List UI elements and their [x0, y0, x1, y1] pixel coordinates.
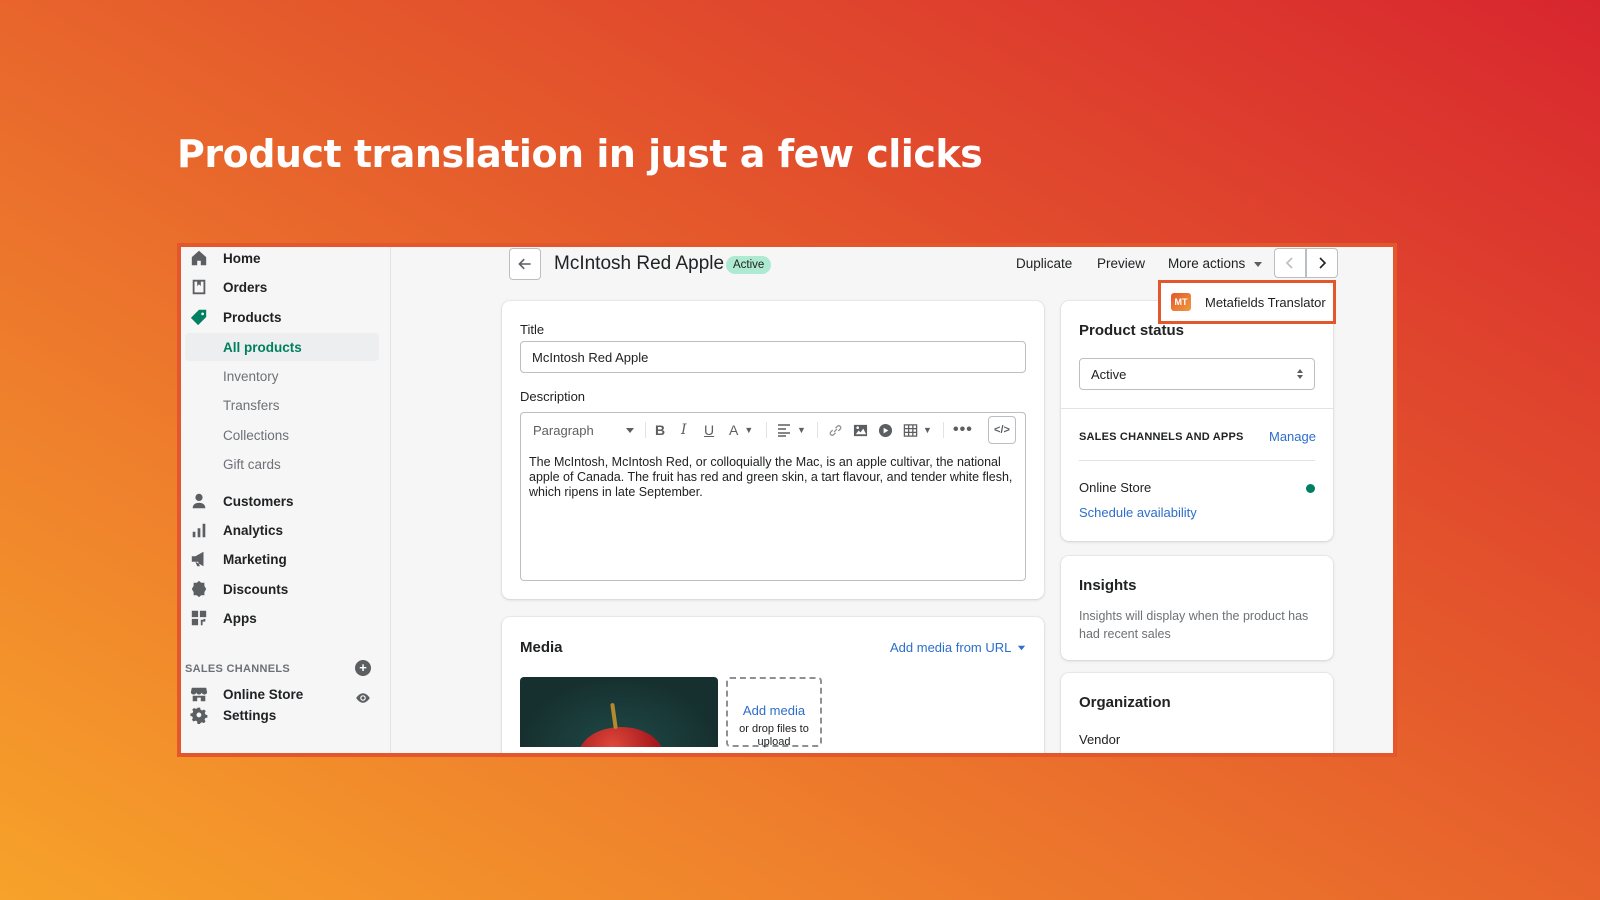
product-status-heading: Product status — [1079, 322, 1185, 339]
organization-card: Organization Vendor — [1061, 673, 1333, 753]
sidebar-item-analytics[interactable]: Analytics — [185, 516, 383, 544]
title-label: Title — [520, 322, 545, 337]
more-actions-button[interactable]: More actions — [1168, 256, 1263, 271]
product-status-card: Product status Active SALES CHANNELS AND… — [1061, 301, 1333, 541]
sidebar-item-all-products[interactable]: All products — [185, 333, 379, 361]
vendor-label: Vendor — [1079, 732, 1121, 747]
video-icon[interactable] — [878, 413, 893, 447]
preview-button[interactable]: Preview — [1097, 256, 1145, 271]
metafields-translator-menu-item[interactable]: MT Metafields Translator — [1158, 280, 1336, 324]
select-arrows-icon — [1297, 369, 1303, 379]
sidebar-item-settings[interactable]: Settings — [185, 701, 383, 729]
sidebar: Home Orders Products All products Invent… — [181, 247, 391, 753]
description-label: Description — [520, 389, 586, 404]
apps-icon — [189, 608, 209, 628]
drop-hint: or drop files to upload — [739, 723, 809, 748]
sidebar-item-transfers[interactable]: Transfers — [185, 391, 379, 419]
sidebar-item-products[interactable]: Products — [185, 303, 383, 331]
italic-icon[interactable]: I — [681, 413, 687, 447]
description-editor[interactable]: The McIntosh, McIntosh Red, or colloquia… — [520, 447, 1026, 581]
megaphone-icon — [189, 549, 209, 569]
gear-icon — [189, 705, 209, 725]
product-image[interactable] — [520, 677, 718, 747]
sidebar-item-apps[interactable]: Apps — [185, 604, 383, 632]
person-icon — [189, 491, 209, 511]
arrow-left-icon — [518, 258, 531, 270]
insights-card: Insights Insights will display when the … — [1061, 556, 1333, 660]
sidebar-item-collections[interactable]: Collections — [185, 421, 379, 449]
page-title: McIntosh Red Apple — [554, 253, 725, 274]
channel-status-dot — [1306, 484, 1315, 493]
admin-window: Home Orders Products All products Invent… — [177, 243, 1397, 757]
sidebar-item-discounts[interactable]: Discounts — [185, 575, 383, 603]
sidebar-item-home[interactable]: Home — [185, 247, 383, 272]
organization-heading: Organization — [1079, 694, 1171, 711]
add-media-button[interactable]: Add media — [728, 703, 820, 718]
align-icon[interactable]: ▼ — [777, 413, 806, 447]
sidebar-item-customers[interactable]: Customers — [185, 487, 383, 515]
orders-icon — [189, 277, 209, 297]
sidebar-item-orders[interactable]: Orders — [185, 273, 383, 301]
back-button[interactable] — [509, 248, 541, 280]
sidebar-item-inventory[interactable]: Inventory — [185, 362, 379, 390]
media-card: Media Add media from URL Add media or dr… — [502, 617, 1044, 753]
insights-text: Insights will display when the product h… — [1079, 609, 1309, 641]
caret-down-icon — [626, 428, 634, 433]
underline-icon[interactable]: U — [704, 413, 714, 447]
sales-channels-label: SALES CHANNELS — [185, 663, 291, 675]
next-product-button[interactable] — [1306, 248, 1338, 278]
caret-down-icon — [1018, 645, 1026, 651]
page-headline: Product translation in just a few clicks — [177, 132, 983, 176]
sales-channels-heading: SALES CHANNELS AND APPS — [1079, 431, 1244, 443]
add-media-from-url-button[interactable]: Add media from URL — [890, 640, 1026, 655]
bar-chart-icon — [189, 520, 209, 540]
table-icon[interactable]: ▼ — [903, 413, 932, 447]
rich-text-toolbar: Paragraph B I U A ▼ ▼ ▼ ••• </> — [520, 412, 1026, 448]
image-icon[interactable] — [853, 413, 868, 447]
media-heading: Media — [520, 639, 563, 656]
code-view-icon[interactable]: </> — [988, 416, 1016, 444]
product-details-card: Title McIntosh Red Apple Description Par… — [502, 301, 1044, 599]
paragraph-select[interactable]: Paragraph — [533, 413, 635, 447]
status-select[interactable]: Active — [1079, 358, 1315, 390]
text-color-icon[interactable]: A ▼ — [729, 413, 753, 447]
discount-icon — [189, 579, 209, 599]
apple-image — [578, 727, 664, 747]
manage-button[interactable]: Manage — [1269, 429, 1316, 444]
status-badge: Active — [726, 256, 772, 274]
tag-icon — [189, 307, 209, 327]
metafields-translator-logo: MT — [1171, 293, 1191, 311]
home-icon — [189, 248, 209, 268]
chevron-left-icon — [1285, 257, 1293, 269]
insights-heading: Insights — [1079, 577, 1137, 594]
caret-down-icon — [1254, 261, 1263, 267]
sidebar-item-gift-cards[interactable]: Gift cards — [185, 450, 379, 478]
bold-icon[interactable]: B — [655, 413, 665, 447]
chevron-right-icon — [1319, 257, 1327, 269]
channel-name: Online Store — [1079, 480, 1152, 495]
media-dropzone[interactable]: Add media or drop files to upload — [726, 677, 822, 748]
title-input[interactable]: McIntosh Red Apple — [520, 341, 1026, 373]
previous-product-button[interactable] — [1274, 248, 1306, 278]
duplicate-button[interactable]: Duplicate — [1016, 256, 1072, 271]
schedule-availability-link[interactable]: Schedule availability — [1079, 505, 1197, 520]
more-icon[interactable]: ••• — [953, 413, 973, 447]
sidebar-item-marketing[interactable]: Marketing — [185, 545, 383, 573]
add-sales-channel-icon[interactable]: + — [355, 660, 371, 676]
link-icon[interactable] — [828, 413, 843, 447]
